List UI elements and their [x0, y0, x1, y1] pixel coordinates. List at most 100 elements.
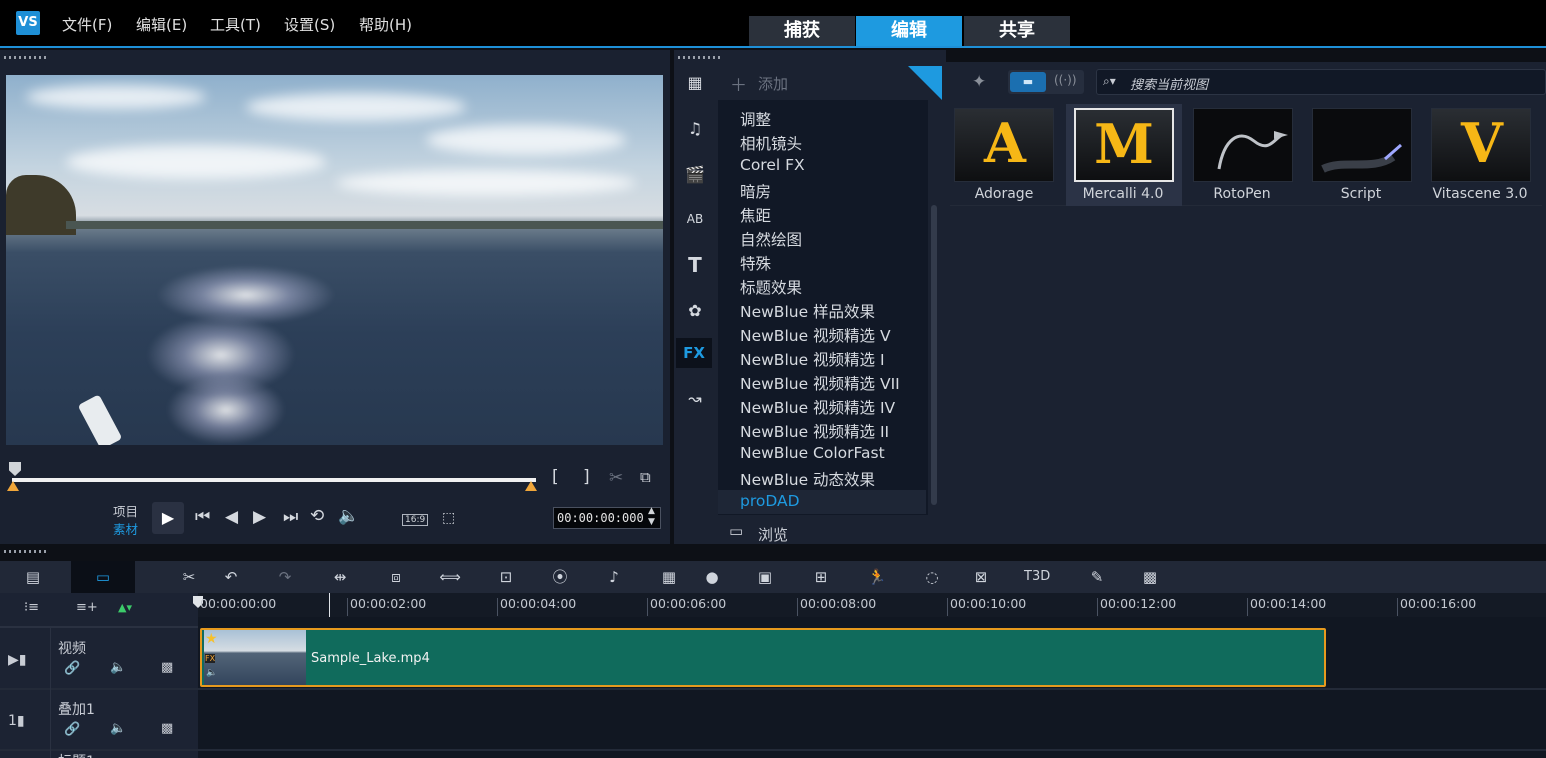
scrollbar-thumb[interactable] — [931, 205, 937, 505]
panel-grip[interactable] — [4, 550, 48, 553]
library-item-label[interactable]: Mercalli 4.0 — [1064, 186, 1182, 202]
library-item-thumb[interactable]: M — [1074, 108, 1174, 182]
menu-tools[interactable]: 工具(T) — [210, 14, 261, 35]
storyboard-view-icon[interactable]: ▤ — [20, 566, 46, 588]
expand-icon[interactable]: ⟺ — [437, 566, 463, 588]
color-grading-icon[interactable]: ● — [699, 566, 725, 588]
audio-icon[interactable]: ♫ — [680, 116, 710, 142]
subtitle-icon[interactable]: ▣ — [752, 566, 778, 588]
chapter-marker-icon[interactable]: ▲▾ — [118, 601, 132, 614]
menu-edit[interactable]: 编辑(E) — [136, 14, 187, 35]
category-item[interactable]: NewBlue 动态效果 — [740, 468, 875, 490]
clip-mode-label[interactable]: 素材 — [113, 519, 138, 538]
go-end-icon[interactable]: ⏭ — [283, 507, 298, 527]
track-height-icon[interactable]: ⊡ — [493, 566, 519, 588]
fx-icon[interactable]: FX — [676, 338, 712, 368]
link-icon[interactable]: 🔗 — [64, 661, 80, 676]
library-item-thumb[interactable]: V — [1431, 108, 1531, 182]
next-frame-icon[interactable]: ▶ — [253, 507, 266, 527]
record-icon[interactable]: ⦿ — [547, 566, 573, 588]
browse-icon[interactable]: ▭ — [729, 522, 743, 540]
category-item[interactable]: 自然绘图 — [740, 228, 802, 250]
transition-icon[interactable]: AB — [680, 206, 710, 232]
category-item[interactable]: NewBlue 视频精选 V — [740, 324, 891, 346]
zoom-timeline-icon[interactable]: ⧈ — [383, 566, 409, 588]
panel-grip[interactable] — [4, 56, 48, 59]
go-start-icon[interactable]: ⏮ — [195, 507, 210, 527]
track-name[interactable]: 视频 — [58, 638, 86, 658]
ripple-icon[interactable]: ▩ — [161, 721, 173, 736]
track-name[interactable]: 标题1 — [58, 751, 118, 758]
link-icon[interactable]: 🔗 — [64, 722, 80, 737]
timeline-view-icon[interactable]: ▭ — [90, 566, 116, 588]
mark-out-button[interactable]: ] — [583, 467, 590, 487]
split-screen-icon[interactable]: ⊞ — [808, 566, 834, 588]
redo-icon[interactable]: ↷ — [272, 566, 298, 588]
add-track-icon[interactable]: ≡+ — [76, 600, 98, 615]
playhead-line[interactable] — [329, 593, 330, 617]
menu-help[interactable]: 帮助(H) — [359, 14, 412, 35]
category-item[interactable]: 调整 — [740, 108, 771, 130]
play-icon[interactable]: ▶ — [152, 502, 184, 534]
tools-icon[interactable]: ✂ — [176, 566, 202, 588]
category-item[interactable]: 暗房 — [740, 180, 771, 202]
track-volume-icon[interactable]: 🔈 — [110, 660, 126, 675]
title-3d-icon[interactable]: T3D — [1024, 566, 1050, 588]
category-item[interactable]: Corel FX — [740, 156, 805, 174]
scissors-icon[interactable]: ✂ — [609, 468, 623, 488]
list-view-icon[interactable]: ▬ — [1010, 72, 1046, 92]
add-icon[interactable]: ＋ — [730, 71, 747, 96]
graphics-icon[interactable]: ✿ — [680, 298, 710, 324]
library-item-thumb[interactable] — [1312, 108, 1412, 182]
library-item-label[interactable]: Vitascene 3.0 — [1421, 186, 1539, 202]
enlarge-preview-icon[interactable]: ⧉ — [640, 468, 651, 486]
timecode-stepper-icon[interactable]: ▲ ▼ — [648, 506, 655, 528]
trim-end-marker[interactable] — [525, 481, 537, 491]
category-item[interactable]: NewBlue 视频精选 I — [740, 348, 885, 370]
media-icon[interactable]: ▦ — [680, 70, 710, 96]
category-item-selected[interactable]: proDAD — [740, 492, 800, 510]
sound-mixer-icon[interactable]: ♪ — [601, 566, 627, 588]
title-icon[interactable]: T — [680, 252, 710, 278]
category-item[interactable]: NewBlue 视频精选 II — [740, 420, 889, 442]
stop-motion-icon[interactable]: ✎ — [1084, 566, 1110, 588]
aspect-ratio-button[interactable]: 16:9 — [402, 514, 429, 526]
menu-file[interactable]: 文件(F) — [62, 14, 112, 35]
tab-share[interactable]: 共享 — [964, 16, 1070, 46]
resize-icon[interactable]: ⬚ — [442, 510, 455, 526]
library-item-label[interactable]: Adorage — [945, 186, 1063, 202]
add-label[interactable]: 添加 — [758, 73, 788, 94]
category-item[interactable]: NewBlue 视频精选 VII — [740, 372, 900, 394]
library-item-thumb[interactable] — [1193, 108, 1293, 182]
category-item[interactable]: NewBlue 样品效果 — [740, 300, 875, 322]
category-item[interactable]: 相机镜头 — [740, 132, 802, 154]
library-item-label[interactable]: RotoPen — [1183, 186, 1301, 202]
volume-icon[interactable]: 🔈 — [338, 506, 359, 526]
mark-in-button[interactable]: [ — [552, 467, 559, 487]
browse-label[interactable]: 浏览 — [758, 524, 788, 545]
tab-capture[interactable]: 捕获 — [749, 16, 855, 46]
panel-grip[interactable] — [678, 56, 722, 59]
library-item-label[interactable]: Script — [1302, 186, 1420, 202]
timecode-field[interactable]: 00:00:00:000 — [553, 507, 661, 529]
category-item[interactable]: NewBlue ColorFast — [740, 444, 885, 462]
library-item-thumb[interactable]: A — [954, 108, 1054, 182]
mask-icon[interactable]: ◌ — [919, 566, 945, 588]
instant-project-icon[interactable]: 🎬 — [680, 162, 710, 188]
track-volume-icon[interactable]: 🔈 — [110, 721, 126, 736]
undo-icon[interactable]: ↶ — [218, 566, 244, 588]
add-to-favorites-icon[interactable]: ✦ — [972, 72, 986, 92]
fit-project-icon[interactable]: ⇹ — [327, 566, 353, 588]
pan-zoom-icon[interactable]: ⊠ — [968, 566, 994, 588]
motion-tracking-icon[interactable]: 🏃 — [864, 566, 890, 588]
repeat-icon[interactable]: ⟲ — [310, 506, 324, 526]
project-mode-label[interactable]: 项目 — [113, 501, 138, 520]
screen-capture-icon[interactable]: ▩ — [1137, 566, 1163, 588]
trim-start-marker[interactable] — [7, 481, 19, 491]
category-item[interactable]: 特殊 — [740, 252, 771, 274]
category-item[interactable]: 焦距 — [740, 204, 771, 226]
ripple-icon[interactable]: ▩ — [161, 660, 173, 675]
video-clip[interactable]: ★ FX 🔈 Sample_Lake.mp4 — [200, 628, 1326, 687]
scrub-bar[interactable] — [12, 478, 536, 482]
track-name[interactable]: 叠加1 — [58, 699, 95, 719]
